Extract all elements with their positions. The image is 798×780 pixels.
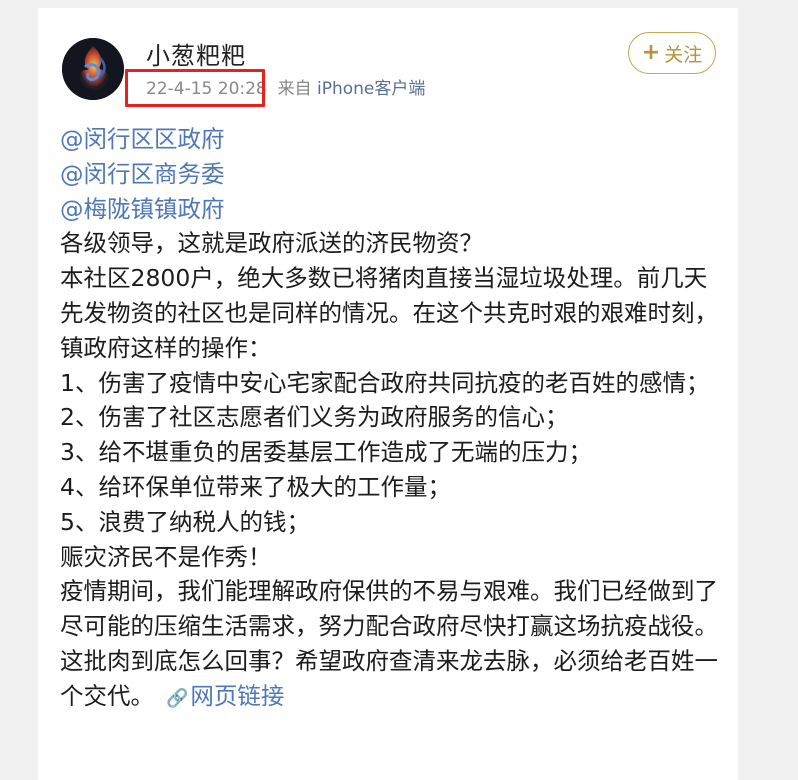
post-line: 2、伤害了社区志愿者们义务为政府服务的信心； [60,403,569,432]
follow-button[interactable]: + 关注 [628,32,716,74]
post-line: 1、伤害了疫情中安心宅家配合政府共同抗疫的老百姓的感情； [60,368,710,397]
source-prefix: 来自 [277,79,312,99]
post-source[interactable]: iPhone客户端 [317,79,425,99]
post-line: 这批肉到底怎么回事？希望政府查清来龙去脉，必须给老百姓一个交代。 [60,646,718,710]
post-line: 4、给环保单位带来了极大的工作量； [60,472,451,501]
username[interactable]: 小葱粑粑 [146,36,246,71]
avatar-flame-icon [62,38,124,100]
post-line: 疫情期间，我们能理解政府保供的不易与艰难。我们已经做到了尽可能的压缩生活需求，努… [60,577,718,641]
post-line: 赈灾济民不是作秀！ [60,542,272,571]
web-link[interactable]: 🔗网页链接 [166,682,284,710]
timestamp-highlight-box [125,69,265,107]
post-line: 各级领导，这就是政府派送的济民物资？ [60,229,483,258]
mention-link[interactable]: @闵行区区政府 [60,122,720,157]
post-line: 5、浪费了纳税人的钱； [60,507,310,536]
link-icon: 🔗 [166,687,189,709]
web-link-label: 网页链接 [190,681,285,710]
post-line: 本社区2800户，绝大多数已将猪肉直接当湿垃圾处理。前几天先发物资的社区也是同样… [60,264,718,362]
mention-link[interactable]: @梅陇镇镇政府 [60,192,720,227]
mention-link[interactable]: @闵行区商务委 [60,157,720,192]
post-line: 3、给不堪重负的居委基层工作造成了无端的压力； [60,438,592,467]
post-body: @闵行区区政府 @闵行区商务委 @梅陇镇镇政府 各级领导，这就是政府派送的济民物… [60,122,720,717]
post-last-line: 这批肉到底怎么回事？希望政府查清来龙去脉，必须给老百姓一个交代。 🔗网页链接 [60,644,720,717]
plus-icon: + [641,40,661,65]
weibo-post-card: 小葱粑粑 22-4-15 20:28 来自 iPhone客户端 + 关注 @闵行… [38,8,738,780]
user-avatar[interactable] [62,38,124,100]
follow-label: 关注 [664,43,703,66]
